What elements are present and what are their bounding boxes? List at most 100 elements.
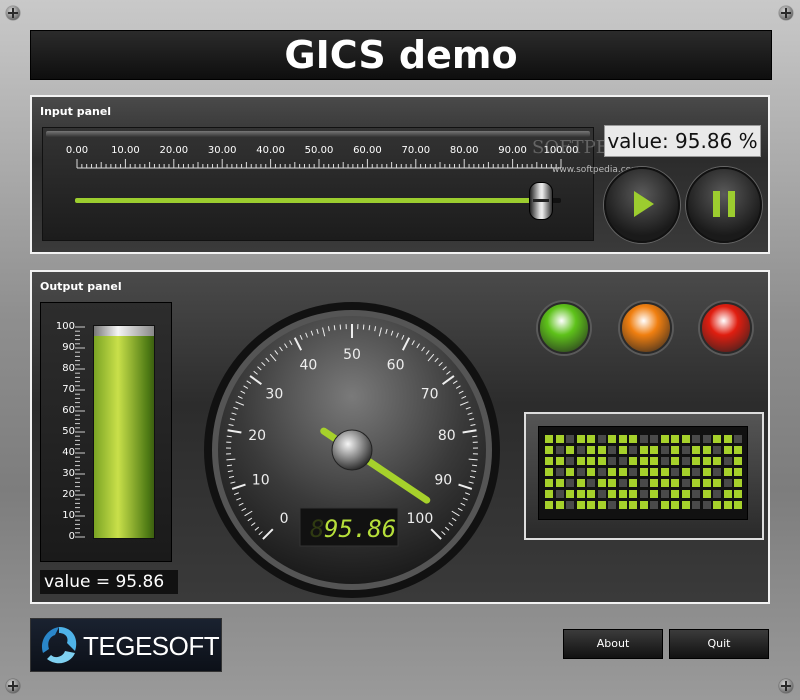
led-dot bbox=[671, 435, 679, 443]
led-dot bbox=[608, 435, 616, 443]
led-dot bbox=[650, 501, 658, 509]
led-matrix-display bbox=[524, 412, 764, 540]
red-lamp bbox=[700, 302, 752, 354]
led-dot bbox=[576, 435, 585, 443]
led-dot bbox=[555, 479, 564, 487]
tank-tick-label: 20 bbox=[62, 489, 75, 500]
gauge-tick bbox=[333, 325, 336, 331]
led-dot bbox=[639, 435, 648, 443]
led-dot bbox=[660, 501, 669, 509]
slider-thumb[interactable] bbox=[528, 182, 553, 220]
led-dot bbox=[587, 457, 595, 465]
tank-value: value = 95.86 bbox=[40, 570, 178, 594]
led-dot bbox=[713, 446, 721, 454]
led-dot bbox=[618, 479, 627, 487]
led-dot bbox=[555, 446, 564, 454]
led-dot bbox=[545, 435, 553, 443]
gauge-tick bbox=[472, 435, 478, 438]
gauge-readout-ghost: 8 bbox=[310, 515, 324, 543]
led-dot bbox=[734, 501, 742, 509]
led-dot bbox=[639, 501, 648, 509]
output-panel: Output panel 100 90 80 70 60 50 40 30 20 10 0 valu… bbox=[30, 270, 770, 604]
led-dot bbox=[629, 468, 637, 476]
led-dot bbox=[608, 457, 616, 465]
slider-tick-label: 90.00 bbox=[498, 145, 527, 156]
led-dot bbox=[723, 490, 732, 498]
led-dot bbox=[671, 501, 679, 509]
slider-tick-label: 10.00 bbox=[111, 145, 140, 156]
led-dot bbox=[566, 501, 574, 509]
led-dot bbox=[618, 435, 627, 443]
led-dot bbox=[545, 446, 553, 454]
gauge-tick-label: 80 bbox=[438, 428, 456, 444]
led-dot bbox=[671, 446, 679, 454]
led-dot bbox=[566, 468, 574, 476]
slider-tick-label: 20.00 bbox=[159, 145, 189, 156]
gauge-tick bbox=[368, 325, 371, 331]
app-title: GICS demo bbox=[30, 30, 772, 80]
speed-gauge: 0 10 20 30 40 50 60 70 80 90 100 8 95.86 bbox=[204, 302, 500, 598]
led-dot bbox=[576, 479, 585, 487]
led-dot bbox=[660, 457, 669, 465]
led-dot bbox=[702, 435, 711, 443]
led-dot bbox=[660, 490, 669, 498]
gauge-tick-label: 0 bbox=[280, 511, 289, 527]
gauge-tick-label: 50 bbox=[343, 347, 361, 363]
led-dot bbox=[545, 457, 553, 465]
gauge-readout: 95.86 bbox=[324, 515, 396, 543]
tank-tick-label: 80 bbox=[62, 363, 75, 374]
gauge-tick bbox=[226, 458, 236, 461]
led-dot bbox=[723, 435, 732, 443]
led-dot bbox=[660, 468, 669, 476]
led-dot bbox=[597, 435, 606, 443]
tank-tick-label: 10 bbox=[62, 510, 75, 521]
led-dot bbox=[629, 490, 637, 498]
led-dot bbox=[713, 468, 721, 476]
led-dot bbox=[597, 457, 606, 465]
led-dot bbox=[650, 490, 658, 498]
led-dot bbox=[713, 479, 721, 487]
led-dot bbox=[576, 457, 585, 465]
pause-button[interactable] bbox=[686, 167, 762, 243]
led-dot bbox=[692, 435, 700, 443]
play-icon bbox=[634, 191, 654, 217]
play-button[interactable] bbox=[604, 167, 680, 243]
led-dot bbox=[650, 435, 658, 443]
led-dot bbox=[723, 446, 732, 454]
led-dot bbox=[608, 479, 616, 487]
led-dot bbox=[734, 490, 742, 498]
screw-icon bbox=[779, 6, 793, 20]
led-dot bbox=[734, 479, 742, 487]
led-dot bbox=[629, 446, 637, 454]
led-dot bbox=[702, 490, 711, 498]
slider-track[interactable] bbox=[75, 198, 561, 203]
led-dot bbox=[713, 435, 721, 443]
led-dot bbox=[681, 468, 690, 476]
led-matrix bbox=[538, 426, 748, 520]
led-dot bbox=[650, 479, 658, 487]
led-dot bbox=[692, 468, 700, 476]
led-dot bbox=[608, 501, 616, 509]
led-dot bbox=[597, 468, 606, 476]
slider-tick-marks bbox=[76, 159, 562, 169]
led-dot bbox=[713, 457, 721, 465]
led-dot bbox=[681, 435, 690, 443]
tank-tick-label: 60 bbox=[62, 405, 75, 416]
led-dot bbox=[555, 490, 564, 498]
led-dot bbox=[723, 501, 732, 509]
slider-tick-label: 50.00 bbox=[304, 145, 334, 156]
led-dot bbox=[692, 490, 700, 498]
led-dot bbox=[671, 468, 679, 476]
value-display: value: 95.86 % bbox=[604, 125, 761, 157]
led-dot bbox=[713, 501, 721, 509]
led-dot bbox=[587, 479, 595, 487]
led-dot bbox=[734, 435, 742, 443]
about-button[interactable]: About bbox=[563, 629, 663, 659]
led-dot bbox=[702, 479, 711, 487]
tank-tick-label: 40 bbox=[62, 447, 75, 458]
led-dot bbox=[597, 501, 606, 509]
quit-button[interactable]: Quit bbox=[669, 629, 769, 659]
logo-icon bbox=[41, 627, 77, 664]
led-dot bbox=[608, 490, 616, 498]
led-dot bbox=[566, 446, 574, 454]
